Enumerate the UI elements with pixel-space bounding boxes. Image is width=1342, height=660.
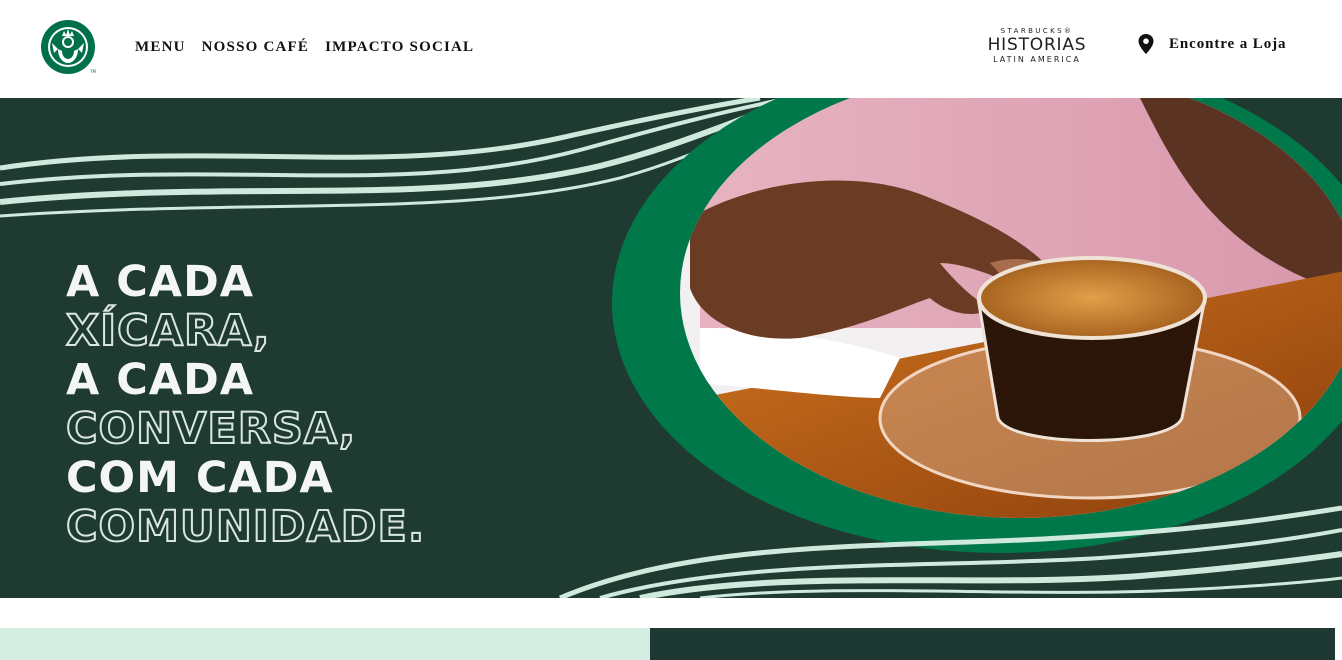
- site-header: TM MENU NOSSO CAFÉ IMPACTO SOCIAL STARBU…: [0, 0, 1342, 98]
- nav-item-menu[interactable]: MENU: [135, 39, 186, 56]
- location-pin-icon: [1137, 33, 1155, 55]
- headline-line-1: A CADA: [66, 257, 255, 307]
- historias-logo-bot: LATIN AMERICA: [993, 55, 1081, 64]
- historias-logo-mid: HISTORIAS: [987, 35, 1087, 55]
- find-store-label: Encontre a Loja: [1169, 35, 1287, 52]
- svg-text:TM: TM: [89, 69, 96, 74]
- find-store-link[interactable]: Encontre a Loja: [1137, 33, 1286, 55]
- hero-banner[interactable]: A CADA XÍCARA, A CADA CONVERSA, COM CADA…: [0, 98, 1342, 598]
- nav-item-impacto-social[interactable]: IMPACTO SOCIAL: [325, 39, 474, 56]
- starbucks-logo-icon[interactable]: TM: [40, 19, 96, 75]
- main-nav: MENU NOSSO CAFÉ IMPACTO SOCIAL: [135, 39, 474, 56]
- headline-line-6: COMUNIDADE.: [65, 502, 426, 553]
- nav-item-nosso-cafe[interactable]: NOSSO CAFÉ: [202, 39, 309, 56]
- headline-line-2: XÍCARA,: [65, 306, 271, 357]
- hero-headline: A CADA XÍCARA, A CADA CONVERSA, COM CADA…: [65, 257, 426, 553]
- headline-line-5: COM CADA: [66, 453, 334, 503]
- content-card-right: [650, 628, 1335, 660]
- headline-line-4: CONVERSA,: [65, 404, 357, 455]
- headline-line-3: A CADA: [66, 355, 255, 405]
- historias-latin-america-logo[interactable]: STARBUCKS® HISTORIAS LATIN AMERICA: [978, 27, 1096, 65]
- content-card-left: [0, 628, 650, 660]
